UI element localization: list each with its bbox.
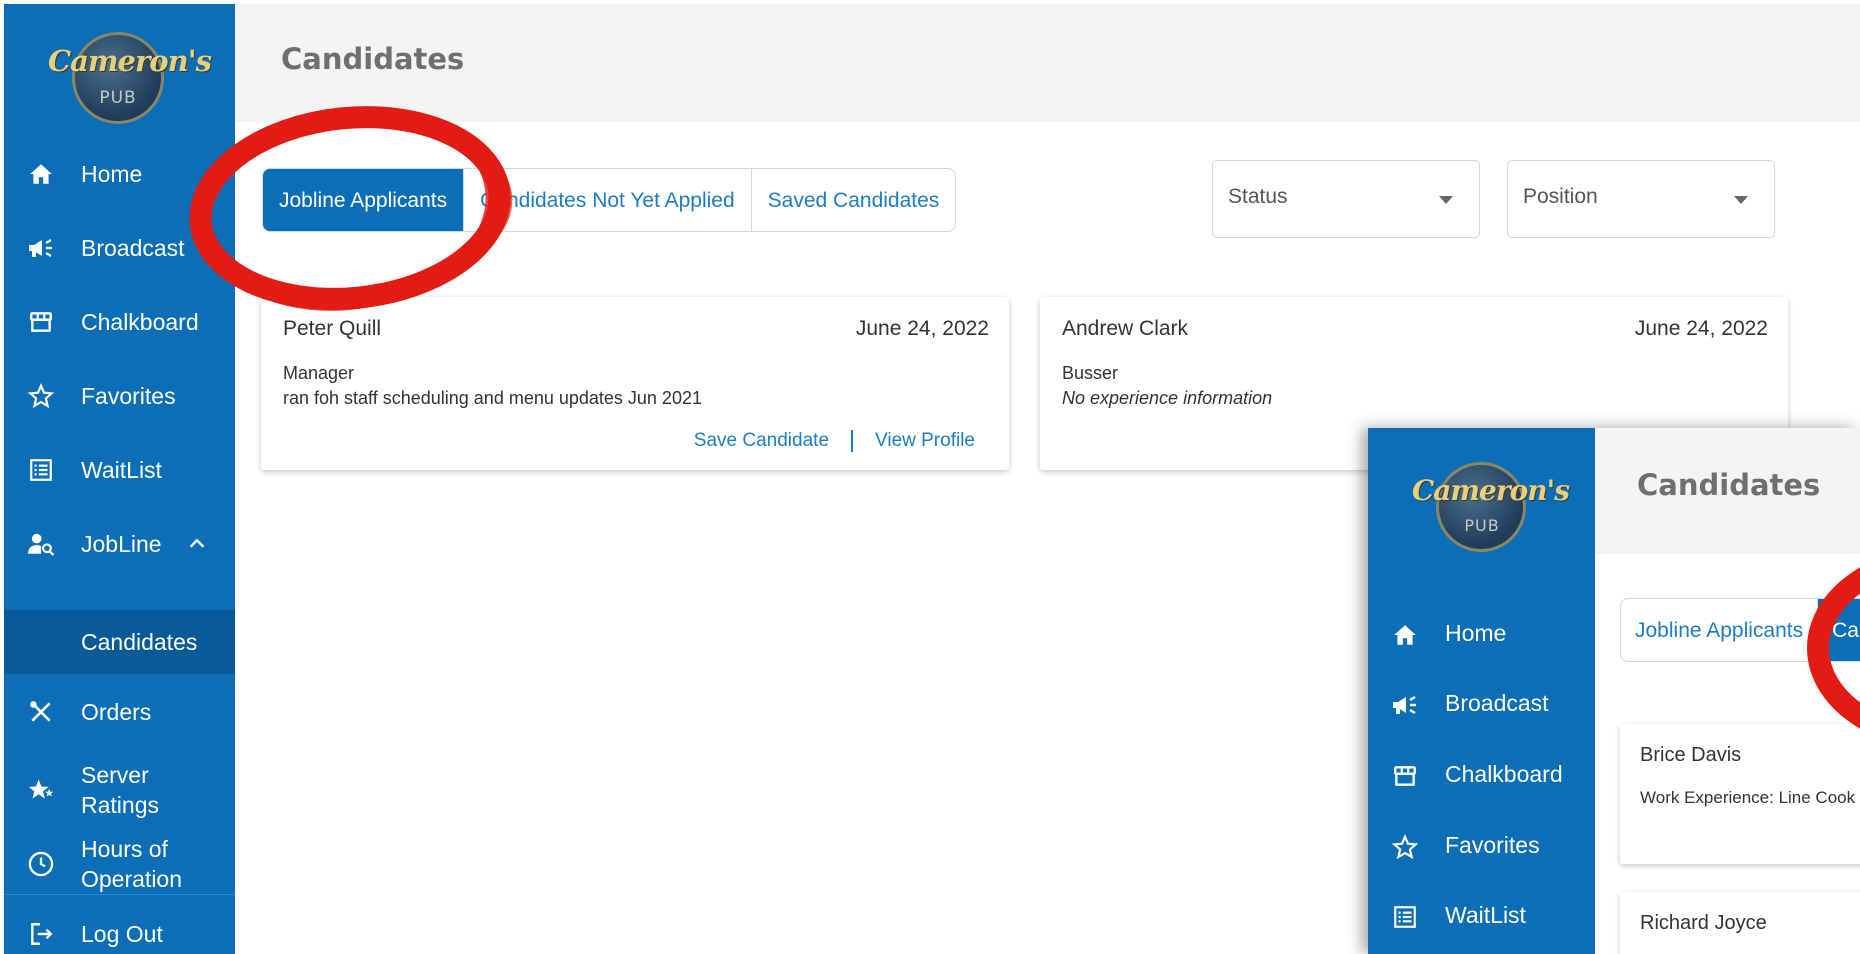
home-icon	[1390, 620, 1420, 650]
inset-nav-label: Chalkboard	[1445, 761, 1563, 787]
sidebar-item-jobline[interactable]: JobLine	[4, 516, 235, 572]
logo-sub: PUB	[99, 88, 137, 108]
sidebar-item-broadcast[interactable]: Broadcast	[4, 220, 235, 276]
sidebar-item-label: Home	[81, 161, 143, 187]
list-icon	[26, 455, 56, 485]
position-select-value: Position	[1523, 185, 1598, 208]
candidate-position: Manager	[283, 363, 355, 383]
clock-icon	[26, 849, 56, 879]
storefront-icon	[1390, 761, 1420, 791]
sidebar-item-logout[interactable]: Log Out	[4, 906, 235, 954]
storefront-icon	[26, 307, 56, 337]
sidebar-item-home[interactable]: Home	[4, 146, 235, 202]
server-ratings-label: Server Ratings	[81, 760, 159, 820]
page-title: Candidates	[281, 42, 465, 76]
inset-screenshot: Cameron's PUB Home Broadcast Chalkboard …	[1368, 428, 1860, 954]
sidebar: Cameron's PUB Home Broadcast Chalkboard	[4, 4, 235, 954]
inset-nav-label: WaitList	[1445, 902, 1526, 928]
label-line: Hours of	[81, 836, 168, 862]
sidebar-item-label: Candidates	[81, 629, 198, 655]
label-line: Operation	[81, 866, 183, 892]
list-icon	[1390, 902, 1420, 932]
sidebar-item-label: Favorites	[81, 383, 176, 409]
app-frame: Cameron's PUB Home Broadcast Chalkboard	[0, 0, 1860, 954]
stars-icon	[26, 775, 56, 805]
candidate-work-experience: Work Experience: Line Cook	[1640, 788, 1856, 807]
candidate-experience: ran foh staff scheduling and menu update…	[283, 388, 702, 408]
logo-script: Cameron's	[1412, 474, 1570, 507]
save-candidate-link[interactable]: Save Candidate	[694, 430, 829, 452]
candidate-position: Busser	[1062, 363, 1119, 383]
inset-nav-label: Broadcast	[1445, 690, 1549, 716]
tab-candidates-not-yet-applied[interactable]: Candidates Not Yet Applied	[464, 169, 752, 231]
inset-header: Candidates	[1595, 428, 1860, 554]
logout-icon	[26, 919, 56, 949]
view-profile-link[interactable]: View Profile	[875, 430, 975, 452]
utensils-icon	[26, 697, 56, 727]
megaphone-icon	[26, 233, 56, 263]
caret-down-icon	[1439, 196, 1453, 204]
caret-down-icon	[1734, 196, 1748, 204]
status-select-value: Status	[1228, 185, 1288, 208]
candidate-name: Brice Davis	[1640, 744, 1742, 766]
sidebar-item-chalkboard[interactable]: Chalkboard	[4, 294, 235, 350]
inset-tab-candidates-not-yet-applied: Can	[1818, 599, 1860, 661]
inset-sidebar-item-chalkboard: Chalkboard	[1368, 751, 1595, 801]
home-icon	[26, 159, 56, 189]
sidebar-item-candidates[interactable]: Candidates	[4, 610, 235, 674]
sidebar-item-label: Orders	[81, 699, 152, 725]
star-outline-icon	[26, 381, 56, 411]
logo-sub: PUB	[1464, 516, 1500, 535]
inset-sidebar-item-home: Home	[1368, 610, 1595, 660]
hours-label: Hours of Operation	[81, 834, 182, 894]
sidebar-item-label: Log Out	[81, 921, 163, 947]
status-select[interactable]: Status	[1212, 160, 1480, 238]
inset-candidate-card: Brice Davis Work Experience: Line Cook	[1620, 724, 1860, 864]
label-line: Server	[81, 762, 149, 788]
inset-tabs: Jobline Applicants Can	[1620, 598, 1860, 662]
inset-nav-label: Home	[1445, 620, 1507, 646]
candidate-date: June 24, 2022	[1634, 317, 1768, 340]
candidate-name: Richard Joyce	[1640, 912, 1767, 934]
sidebar-item-label: Chalkboard	[81, 309, 199, 335]
sidebar-item-waitlist[interactable]: WaitList	[4, 442, 235, 498]
candidate-experience: No experience information	[1062, 388, 1273, 408]
inset-sidebar-item-favorites: Favorites	[1368, 822, 1595, 872]
megaphone-icon	[1390, 690, 1420, 720]
tab-jobline-applicants[interactable]: Jobline Applicants	[263, 169, 465, 231]
label-line: Ratings	[81, 792, 159, 818]
inset-sidebar-item-broadcast: Broadcast	[1368, 680, 1595, 730]
action-separator	[851, 430, 854, 452]
inset-sidebar-item-waitlist: WaitList	[1368, 892, 1595, 942]
inset-brand-logo: Cameron's PUB	[1412, 454, 1570, 554]
sidebar-item-label: JobLine	[81, 531, 162, 557]
inset-tab-jobline-applicants: Jobline Applicants	[1621, 599, 1819, 661]
sidebar-divider	[4, 894, 235, 895]
page-header: Candidates	[235, 4, 1860, 122]
inset-candidate-card: Richard Joyce	[1620, 892, 1860, 954]
logo-script: Cameron's	[48, 44, 212, 78]
star-outline-icon	[1390, 832, 1420, 862]
sidebar-item-label: Broadcast	[81, 235, 185, 261]
sidebar-item-server-ratings[interactable]: Server Ratings	[4, 758, 235, 822]
candidate-actions: Save Candidate View Profile	[694, 430, 975, 452]
sidebar-item-label: WaitList	[81, 457, 162, 483]
tab-saved-candidates[interactable]: Saved Candidates	[752, 169, 956, 231]
position-select[interactable]: Position	[1507, 160, 1775, 238]
inset-nav-label: Favorites	[1445, 832, 1540, 858]
sidebar-item-hours[interactable]: Hours of Operation	[4, 832, 235, 896]
candidate-card: Peter Quill June 24, 2022 Manager ran fo…	[261, 297, 1009, 470]
candidate-name: Andrew Clark	[1062, 317, 1189, 340]
person-search-icon	[26, 529, 56, 559]
candidate-tabs: Jobline Applicants Candidates Not Yet Ap…	[262, 168, 957, 232]
candidate-name: Peter Quill	[283, 317, 382, 340]
inset-sidebar: Cameron's PUB Home Broadcast Chalkboard …	[1368, 428, 1595, 954]
brand-logo[interactable]: Cameron's PUB	[48, 24, 212, 128]
inset-page-title: Candidates	[1637, 468, 1821, 502]
sidebar-item-orders[interactable]: Orders	[4, 684, 235, 740]
chevron-up-icon[interactable]	[186, 533, 208, 555]
candidate-date: June 24, 2022	[855, 317, 989, 340]
sidebar-item-favorites[interactable]: Favorites	[4, 368, 235, 424]
